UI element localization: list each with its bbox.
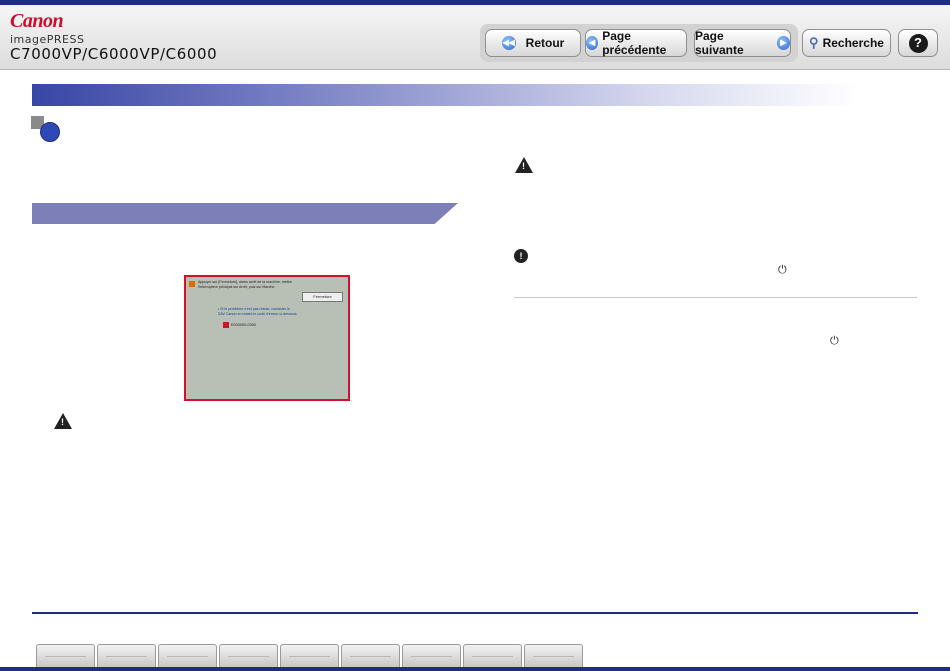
screen-message-line: Appuyer sur [Fermeture], darès arrêt de …	[198, 280, 292, 284]
arrow-right-icon: ▶	[776, 36, 790, 50]
screen-bullet-text: • Si le problème n'est pas résolu, conta…	[218, 307, 298, 316]
section-header-bar	[32, 203, 458, 224]
screen-error-code: E000000-0000	[231, 323, 256, 327]
screen-close-button: Fermeture	[302, 292, 343, 302]
bottom-accent-bar	[0, 667, 950, 671]
warning-mark: !	[522, 161, 525, 171]
footer-tab[interactable]	[280, 644, 339, 667]
footer-tab[interactable]	[524, 644, 583, 667]
footer-tab[interactable]	[219, 644, 278, 667]
footer-tab[interactable]	[97, 644, 156, 667]
help-button[interactable]: ?	[898, 29, 938, 57]
prev-page-button[interactable]: ◀ Page précédente	[585, 29, 687, 57]
footer-tab[interactable]	[341, 644, 400, 667]
search-icon: ⚲	[809, 35, 819, 50]
next-page-button[interactable]: Page suivante ▶	[694, 29, 791, 57]
screen-bullet-line: SAV Canon en notant le code d'erreur ci-…	[218, 311, 298, 316]
model-name: C7000VP/C6000VP/C6000	[10, 45, 218, 63]
search-button[interactable]: ⚲ Recherche	[802, 29, 891, 57]
warning-icon: !	[54, 413, 72, 429]
note-icon: !	[514, 249, 528, 263]
screen-bullet-line: • Si le problème n'est pas résolu, conta…	[218, 307, 290, 311]
canon-logo: Canon	[10, 10, 64, 32]
footer-tab-bar	[36, 644, 585, 667]
footer-tab[interactable]	[463, 644, 522, 667]
warning-icon: !	[515, 157, 533, 173]
topic-circle-icon	[40, 122, 60, 142]
footer-tab[interactable]	[36, 644, 95, 667]
screen-error-icon	[223, 322, 229, 328]
next-page-label: Page suivante	[695, 29, 744, 57]
back-label: Retour	[525, 36, 565, 50]
screen-message-line: l'interrupteur principal sur Arrêt, puis…	[198, 284, 276, 289]
divider	[514, 297, 917, 298]
help-icon: ?	[908, 33, 928, 53]
search-label: Recherche	[822, 36, 884, 50]
screen-info-icon	[189, 281, 195, 287]
brand-logo: Canon imagePRESS C7000VP/C6000VP/C6000	[10, 11, 217, 63]
footer-divider	[32, 612, 918, 614]
footer-tab[interactable]	[402, 644, 461, 667]
arrow-left-icon: ◀	[586, 36, 599, 50]
page-title-bar	[32, 84, 858, 106]
power-icon: ⏻	[778, 264, 787, 276]
rewind-icon: ◀◀	[501, 36, 516, 50]
warning-mark: !	[61, 417, 64, 427]
power-icon: ⏻	[830, 335, 839, 347]
footer-tab[interactable]	[158, 644, 217, 667]
back-button[interactable]: ◀◀ Retour	[485, 29, 581, 57]
screen-message: Appuyer sur [Fermeture], darès arrêt de …	[198, 280, 292, 289]
prev-page-label: Page précédente	[602, 29, 667, 57]
error-screen-image: Appuyer sur [Fermeture], darès arrêt de …	[184, 275, 350, 401]
